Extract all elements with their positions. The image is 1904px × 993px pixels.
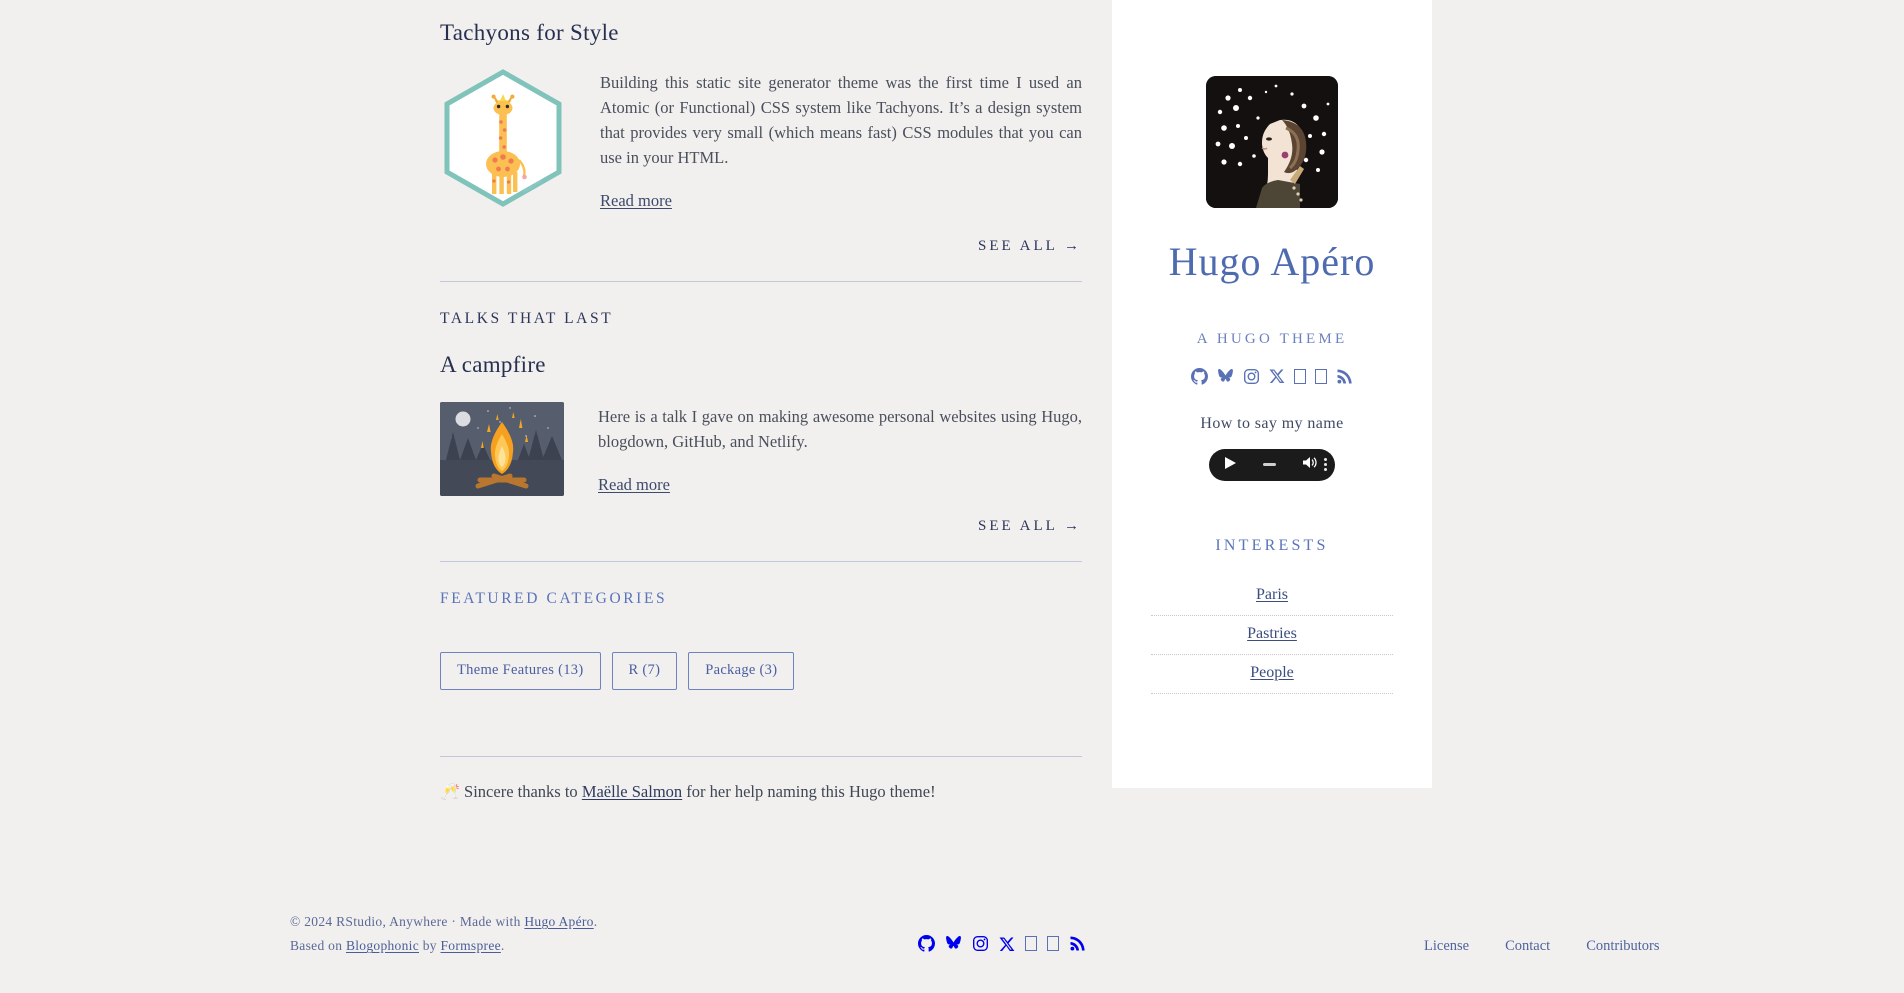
instagram-icon[interactable] <box>1243 368 1260 385</box>
rss-icon[interactable] <box>1069 935 1086 952</box>
talks-section-heading: TALKS THAT LAST <box>440 310 614 328</box>
page-root: Tachyons for Style rstudio.com Building … <box>0 0 1904 993</box>
divider <box>440 561 1082 563</box>
sidebar: Hugo Apéro A HUGO THEME How to say my na… <box>1112 0 1432 788</box>
list-item: Pastries <box>1151 616 1393 655</box>
footer-social-wrap <box>660 910 1344 952</box>
missing-glyph-icon[interactable] <box>1047 936 1059 951</box>
campfire-illustration[interactable] <box>440 402 564 497</box>
interest-link[interactable]: People <box>1250 664 1294 681</box>
bluesky-icon[interactable] <box>945 935 962 952</box>
featured-categories-list: Theme Features (13) R (7) Package (3) <box>440 652 1082 691</box>
blog-post-summary: Building this static site generator them… <box>600 73 1082 168</box>
interest-link[interactable]: Pastries <box>1247 625 1297 642</box>
categories-section-heading: FEATURED CATEGORIES <box>440 590 668 608</box>
avatar <box>1206 76 1338 208</box>
footer-social-links <box>918 935 1086 952</box>
missing-glyph-icon[interactable] <box>1315 368 1327 384</box>
footer-by-text: by <box>419 938 441 954</box>
hugo-apero-link[interactable]: Hugo Apéro <box>524 914 593 929</box>
x-twitter-icon[interactable] <box>999 936 1015 952</box>
instagram-icon[interactable] <box>972 935 989 952</box>
sidebar-social-links <box>1191 367 1353 385</box>
footer-links: License Contact Contributors <box>1344 910 1904 955</box>
footer-copyright-text: © 2024 RStudio, Anywhere · Made with <box>290 914 525 929</box>
blog-post-row: rstudio.com Building this static site ge… <box>440 68 1082 211</box>
interest-link[interactable]: Paris <box>1256 586 1288 603</box>
talk-row: Here is a talk I gave on making awesome … <box>440 402 1082 497</box>
talks-see-all-row: SEE ALL → <box>440 518 1082 535</box>
missing-glyph-icon[interactable] <box>1294 368 1306 384</box>
main-content: Tachyons for Style rstudio.com Building … <box>440 0 1082 823</box>
interests-heading: INTERESTS <box>1215 536 1329 554</box>
site-title[interactable]: Hugo Apéro <box>1169 242 1376 282</box>
more-options-button[interactable] <box>1324 458 1327 472</box>
category-chip[interactable]: R (7) <box>611 652 678 691</box>
giraffe-hexagon-logo[interactable]: rstudio.com <box>440 68 566 211</box>
rss-icon[interactable] <box>1336 368 1353 385</box>
blog-see-all-link[interactable]: SEE ALL → <box>978 238 1082 255</box>
footer-period: . <box>593 914 598 929</box>
github-icon[interactable] <box>918 935 935 952</box>
category-chip[interactable]: Package (3) <box>688 652 795 691</box>
divider <box>440 281 1082 283</box>
play-button[interactable] <box>1225 456 1236 474</box>
footer-basedon-line: Based on Blogophonic by Formspree. <box>290 934 660 958</box>
blog-post-body: Building this static site generator them… <box>600 68 1082 211</box>
champagne-glasses-icon: 🥂 <box>440 784 460 802</box>
talk-body: Here is a talk I gave on making awesome … <box>598 402 1082 496</box>
progress-bar[interactable] <box>1236 463 1303 467</box>
volume-button[interactable] <box>1303 456 1318 474</box>
footer-link-license[interactable]: License <box>1424 938 1469 955</box>
footer-copyright-line: © 2024 RStudio, Anywhere · Made with Hug… <box>290 910 660 934</box>
thanks-note: 🥂 Sincere thanks to Maëlle Salmon for he… <box>440 779 980 806</box>
blogophonic-link[interactable]: Blogophonic <box>346 938 419 953</box>
divider <box>440 756 1082 758</box>
maelle-salmon-link[interactable]: Maëlle Salmon <box>582 782 682 801</box>
talk-title[interactable]: A campfire <box>440 352 1082 378</box>
footer-basedon-text: Based on <box>290 938 346 954</box>
talk-summary: Here is a talk I gave on making awesome … <box>598 407 1082 452</box>
talk-read-more-link[interactable]: Read more <box>598 475 670 495</box>
audio-player[interactable] <box>1209 448 1335 481</box>
github-icon[interactable] <box>1191 367 1208 385</box>
footer-period: . <box>500 938 505 954</box>
bluesky-icon[interactable] <box>1217 368 1234 385</box>
footer-link-contact[interactable]: Contact <box>1505 938 1550 955</box>
page-footer: © 2024 RStudio, Anywhere · Made with Hug… <box>0 910 1904 959</box>
blog-read-more-link[interactable]: Read more <box>600 191 672 211</box>
blog-post-title[interactable]: Tachyons for Style <box>440 20 1082 46</box>
audio-label: How to say my name <box>1200 414 1344 432</box>
x-twitter-icon[interactable] <box>1269 368 1285 384</box>
list-item: Paris <box>1151 577 1393 616</box>
category-chip[interactable]: Theme Features (13) <box>440 652 601 691</box>
interests-list: Paris Pastries People <box>1151 577 1393 694</box>
footer-link-contributors[interactable]: Contributors <box>1586 938 1659 955</box>
thanks-text-after: for her help naming this Hugo theme! <box>682 782 936 802</box>
list-item: People <box>1151 655 1393 694</box>
missing-glyph-icon[interactable] <box>1025 936 1037 951</box>
formspree-link[interactable]: Formspree <box>440 938 500 953</box>
talks-see-all-link[interactable]: SEE ALL → <box>978 518 1082 535</box>
site-subtitle: A HUGO THEME <box>1196 330 1348 347</box>
blog-see-all-row: SEE ALL → <box>440 238 1082 255</box>
thanks-text-before: Sincere thanks to <box>459 782 582 802</box>
footer-credits: © 2024 RStudio, Anywhere · Made with Hug… <box>0 910 660 959</box>
